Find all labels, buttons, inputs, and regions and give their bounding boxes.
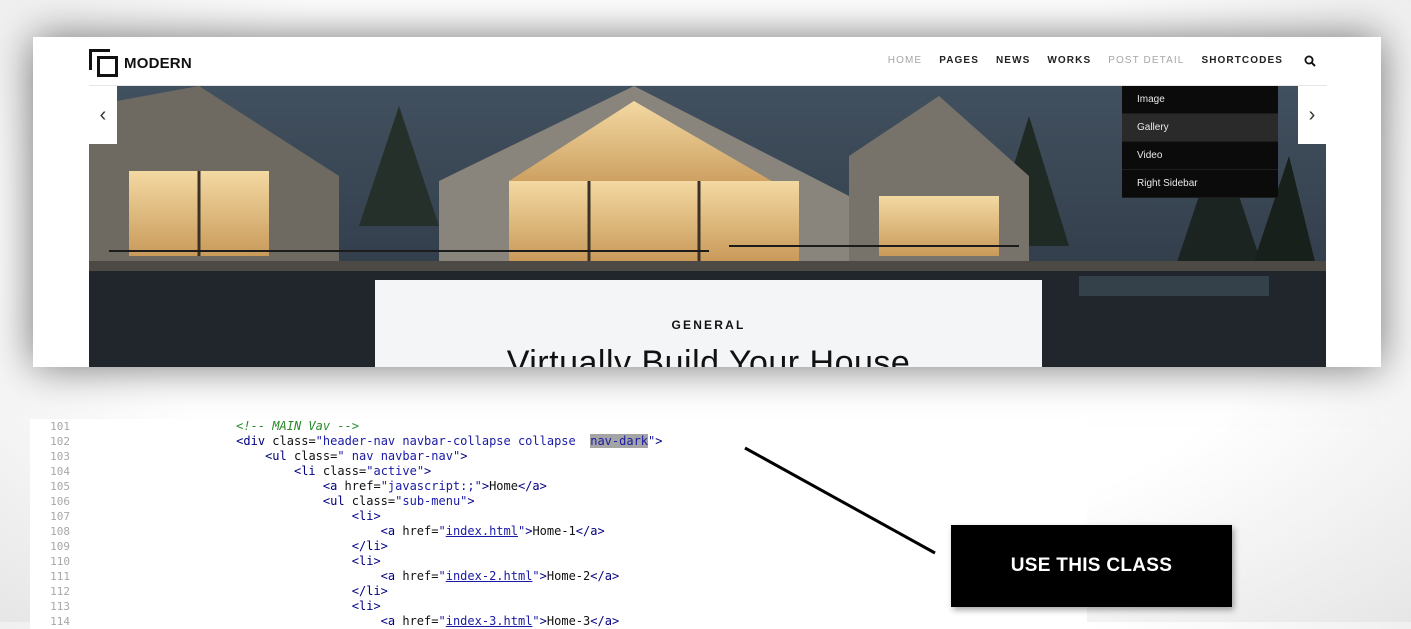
line-number: 108 <box>50 525 70 538</box>
post-detail-submenu: Image Gallery Video Right Sidebar <box>1122 86 1278 198</box>
code-text: <a href="index-2.html">Home-2</a> <box>380 569 620 583</box>
code-line: 107 <li> <box>30 509 1087 524</box>
code-line: 105 <a href="javascript:;">Home</a> <box>30 479 1087 494</box>
hero-caption: GENERAL Virtually Build Your House <box>375 280 1042 367</box>
line-number: 102 <box>50 435 70 448</box>
code-line: 110 <li> <box>30 554 1087 569</box>
chevron-left-icon: ‹ <box>99 103 107 126</box>
line-number: 110 <box>50 555 70 568</box>
nav-item-post-detail[interactable]: POST DETAIL <box>1108 55 1184 66</box>
code-editor: 101 <!-- MAIN Vav --> 102 <div class="hea… <box>30 419 1087 629</box>
code-text: <a href="javascript:;">Home</a> <box>322 479 547 493</box>
code-text: <li class="active"> <box>293 464 432 478</box>
submenu-item-video[interactable]: Video <box>1122 142 1278 170</box>
hero-eyebrow: GENERAL <box>671 318 746 332</box>
code-text: <a href="index.html">Home-1</a> <box>380 524 605 538</box>
chevron-right-icon: › <box>1308 103 1316 126</box>
logo-mark-icon <box>89 49 119 77</box>
line-number: 104 <box>50 465 70 478</box>
highlighted-class: nav-dark <box>590 434 649 448</box>
main-nav: HOME PAGES NEWS WORKS POST DETAIL SHORTC… <box>871 55 1283 66</box>
code-line: 109 </li> <box>30 539 1087 554</box>
logo-text: MODERN <box>124 54 192 72</box>
code-text: <ul class=" nav navbar-nav"> <box>265 449 468 463</box>
code-text: <li> <box>351 509 381 523</box>
line-number: 111 <box>50 570 70 583</box>
line-number: 112 <box>50 585 70 598</box>
use-this-class-callout: USE THIS CLASS <box>951 525 1232 607</box>
code-text: </li> <box>351 539 388 553</box>
code-line: 106 <ul class="sub-menu"> <box>30 494 1087 509</box>
code-line: 101 <!-- MAIN Vav --> <box>30 419 1087 434</box>
code-text: </li> <box>351 584 388 598</box>
code-text: <ul class="sub-menu"> <box>322 494 475 508</box>
line-number: 105 <box>50 480 70 493</box>
callout-label: USE THIS CLASS <box>1010 555 1173 576</box>
slider-next-button[interactable]: › <box>1298 86 1326 144</box>
code-line: 113 <li> <box>30 599 1087 614</box>
code-line: 112 </li> <box>30 584 1087 599</box>
code-text: <li> <box>351 554 381 568</box>
line-number: 106 <box>50 495 70 508</box>
nav-item-pages[interactable]: PAGES <box>939 55 979 66</box>
slider-prev-button[interactable]: ‹ <box>89 86 117 144</box>
submenu-item-right-sidebar[interactable]: Right Sidebar <box>1122 170 1278 198</box>
line-number: 113 <box>50 600 70 613</box>
website-preview: MODERN HOME PAGES NEWS WORKS POST DETAIL… <box>33 37 1381 367</box>
line-number: 101 <box>50 420 70 433</box>
code-line: 104 <li class="active"> <box>30 464 1087 479</box>
code-line: 108 <a href="index.html">Home-1</a> <box>30 524 1087 539</box>
logo[interactable]: MODERN <box>89 48 192 78</box>
submenu-item-image[interactable]: Image <box>1122 86 1278 114</box>
line-number: 107 <box>50 510 70 523</box>
code-line: 103 <ul class=" nav navbar-nav"> <box>30 449 1087 464</box>
submenu-item-gallery[interactable]: Gallery <box>1122 114 1278 142</box>
search-icon[interactable] <box>1304 55 1316 67</box>
nav-item-works[interactable]: WORKS <box>1047 55 1091 66</box>
nav-item-home[interactable]: HOME <box>888 55 922 66</box>
code-line: 111 <a href="index-2.html">Home-2</a> <box>30 569 1087 584</box>
hero-title: Virtually Build Your House <box>506 344 911 367</box>
code-text: <li> <box>351 599 381 613</box>
line-number: 103 <box>50 450 70 463</box>
code-line: 102 <div class="header-nav navbar-collap… <box>30 434 1087 449</box>
code-text: <div class="header-nav navbar-collapse c… <box>236 434 663 448</box>
nav-item-news[interactable]: NEWS <box>996 55 1030 66</box>
line-number: 109 <box>50 540 70 553</box>
code-text: <!-- MAIN Vav --> <box>236 419 359 433</box>
nav-item-shortcodes[interactable]: SHORTCODES <box>1201 55 1283 66</box>
